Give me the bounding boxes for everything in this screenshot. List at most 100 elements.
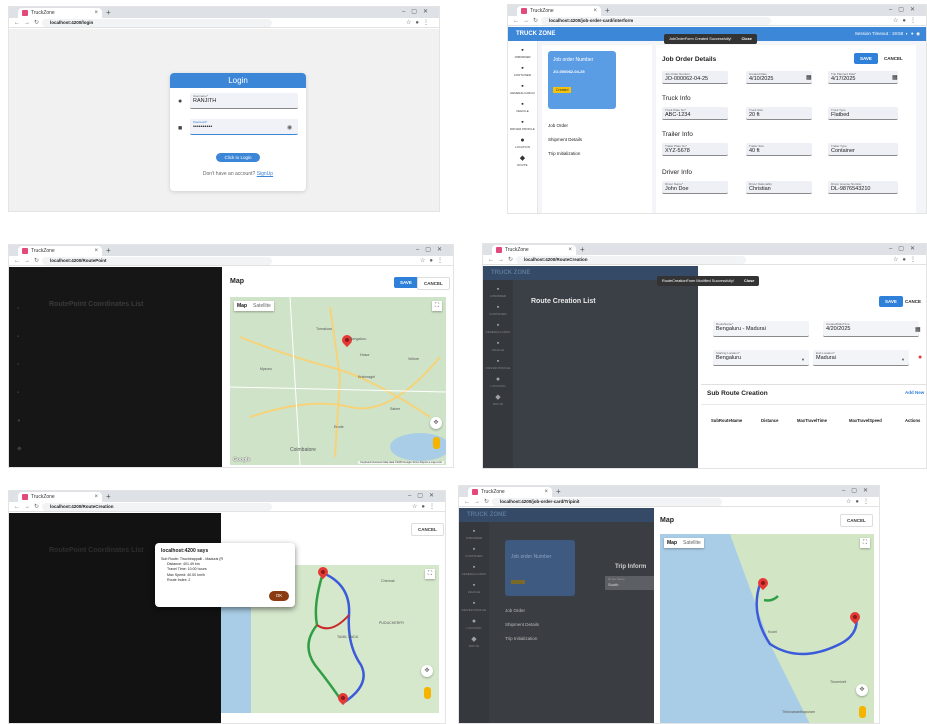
nav-buttons[interactable]: ←→↻ xyxy=(464,497,493,507)
window-controls[interactable]: –▢✕ xyxy=(889,5,921,16)
new-tab-icon[interactable]: + xyxy=(106,7,111,18)
link-trip-init[interactable]: Trip Initialization xyxy=(505,636,537,641)
nav-driver[interactable]: ▪ DRIVER PROFILE xyxy=(508,119,537,131)
browser-menu-icon[interactable]: ☆●⋮ xyxy=(893,16,920,26)
new-tab-icon[interactable]: + xyxy=(580,244,585,255)
map-type-toggle[interactable]: Map Satellite xyxy=(664,538,704,548)
driver-license-field[interactable]: Driver License Number DL-9876543210 xyxy=(828,181,898,194)
snackbar-close-button[interactable]: Close xyxy=(741,37,751,41)
nav-location[interactable]: ● LOCATION xyxy=(483,376,513,388)
nav-route[interactable]: ◆ ROUTE xyxy=(508,155,537,167)
close-tab-icon[interactable]: × xyxy=(568,245,572,255)
window-controls[interactable]: –▢✕ xyxy=(402,7,434,18)
url-field[interactable]: localhost:4200/job-order-card/Tripinit xyxy=(492,498,722,506)
cancel-button[interactable]: CANCEL xyxy=(840,514,873,527)
nav-buttons[interactable]: ←→↻ xyxy=(14,502,43,512)
truck-type-field[interactable]: Truck Type Flatbed xyxy=(828,107,898,120)
browser-tab[interactable]: TruckZone × xyxy=(468,487,552,497)
nav-generalcargo[interactable]: ▪ GENERALCARGO xyxy=(459,564,489,576)
nav-buttons[interactable]: ←→↻ xyxy=(513,16,542,26)
nav-buttons[interactable]: ←→↻ xyxy=(488,255,517,265)
browser-menu-icon[interactable]: ☆●⋮ xyxy=(412,502,439,512)
link-job-order[interactable]: Job Order xyxy=(505,608,525,613)
cancel-button[interactable]: CANCEL xyxy=(411,523,444,536)
nav-buttons[interactable]: ←→↻ xyxy=(14,256,43,266)
trailer-plate-field[interactable]: Trailer Plate No* XYZ-5678 xyxy=(662,143,728,156)
link-shipment-details[interactable]: Shipment Details xyxy=(505,622,539,627)
nav-buttons[interactable]: ←→↻ xyxy=(14,18,43,28)
nav-generalcargo[interactable]: ▪ GENERALCARGO xyxy=(508,83,537,95)
cancel-button[interactable]: CANCE xyxy=(905,296,921,307)
calendar-icon[interactable]: ▦ xyxy=(892,74,898,81)
browser-menu-icon[interactable]: ☆●⋮ xyxy=(846,497,873,507)
nav-joborder[interactable]: ▪ JOBORDER xyxy=(459,528,489,540)
nav-vehicle[interactable]: ▪ VEHICLE xyxy=(483,340,513,352)
truck-size-field[interactable]: Truck Size 20 ft xyxy=(746,107,812,120)
nav-route[interactable]: ◆ ROUTE xyxy=(483,394,513,406)
url-field[interactable]: localhost:4200/RouteCreation xyxy=(42,503,272,511)
zoom-control-icon[interactable]: ✥ xyxy=(421,665,433,677)
window-controls[interactable]: –▢✕ xyxy=(889,244,921,255)
zoom-control-icon[interactable]: ✥ xyxy=(430,417,442,429)
nav-driver[interactable]: ▪ DRIVER PROFILE xyxy=(459,600,489,612)
snackbar-close-button[interactable]: Close xyxy=(744,279,754,283)
browser-tab[interactable]: TruckZone × xyxy=(18,246,102,256)
browser-tab[interactable]: TruckZone × xyxy=(18,492,102,502)
nav-driver[interactable]: ▪ DRIVER PROFILE xyxy=(483,358,513,370)
starting-location-select[interactable]: Starting Location* Bengaluru xyxy=(713,350,809,366)
new-tab-icon[interactable]: + xyxy=(556,486,561,497)
location-pin-icon[interactable]: ● xyxy=(918,354,922,361)
created-datetime-field[interactable]: CreatedDateTime 4/20/2025 xyxy=(823,321,919,337)
google-map[interactable]: Map Satellite ⛶ Tumakuru Bengaluru Hosur … xyxy=(230,297,446,465)
fullscreen-icon[interactable]: ⛶ xyxy=(425,569,435,579)
close-tab-icon[interactable]: × xyxy=(593,6,597,16)
created-date-field[interactable]: Created Date 4/10/2025 xyxy=(746,71,812,84)
browser-tab[interactable]: TruckZone × xyxy=(517,6,601,16)
route-name-field[interactable]: RouteName* Bengaluru - Madurai xyxy=(713,321,809,337)
save-button[interactable]: SAVE xyxy=(854,53,878,64)
browser-tab[interactable]: TruckZone × xyxy=(18,8,102,18)
url-field[interactable]: localhost:4200/login xyxy=(42,19,272,27)
nav-joborder[interactable]: ▪ JOBORDER xyxy=(483,286,513,298)
browser-menu-icon[interactable]: ☆●⋮ xyxy=(420,256,447,266)
pegman-icon[interactable] xyxy=(433,437,440,449)
link-shipment-details[interactable]: Shipment Details xyxy=(548,137,582,142)
job-order-number-field[interactable]: Job Order Number JO-000062-04-25 xyxy=(662,71,728,84)
trailer-size-field[interactable]: Trailer Size 40 ft xyxy=(746,143,812,156)
cancel-button[interactable]: CANCEL xyxy=(417,277,450,290)
browser-menu-icon[interactable]: ☆●⋮ xyxy=(406,18,433,28)
nav-location[interactable]: ● LOCATION xyxy=(459,618,489,630)
window-controls[interactable]: –▢✕ xyxy=(416,245,448,256)
url-field[interactable]: localhost:4200/RoutePoint xyxy=(42,257,272,265)
driver-nationality-field[interactable]: Driver Nationality Christian xyxy=(746,181,812,194)
fullscreen-icon[interactable]: ⛶ xyxy=(860,538,870,548)
fullscreen-icon[interactable]: ⛶ xyxy=(432,301,442,311)
nav-vehicle[interactable]: ▪ VEHICLE xyxy=(459,582,489,594)
nav-generalcargo[interactable]: ▪ GENERALCARGO xyxy=(483,322,513,334)
driver-name-field[interactable]: Driver Name* John Doe xyxy=(662,181,728,194)
login-button[interactable]: Click to Login xyxy=(216,153,260,162)
nav-location[interactable]: ● LOCATION xyxy=(508,137,537,149)
nav-vehicle[interactable]: ▪ VEHICLE xyxy=(508,101,537,113)
eye-icon[interactable]: ◉ xyxy=(287,124,292,131)
browser-menu-icon[interactable]: ☆●⋮ xyxy=(893,255,920,265)
save-button[interactable]: SAVE xyxy=(394,277,418,288)
new-tab-icon[interactable]: + xyxy=(106,491,111,502)
new-tab-icon[interactable]: + xyxy=(605,5,610,16)
password-field[interactable]: Password* •••••••••• xyxy=(190,119,298,135)
pegman-icon[interactable] xyxy=(424,687,431,699)
url-field[interactable]: localhost:4200/RouteCreation xyxy=(516,256,746,264)
map-type-toggle[interactable]: Map Satellite xyxy=(234,301,274,311)
signup-link[interactable]: SignUp xyxy=(257,171,273,177)
truck-plate-field[interactable]: Truck Plate No* ABC-1234 xyxy=(662,107,728,120)
link-job-order[interactable]: Job Order xyxy=(548,123,568,128)
chevron-down-icon[interactable]: ▼ xyxy=(801,357,805,362)
zoom-control-icon[interactable]: ✥ xyxy=(856,684,868,696)
close-tab-icon[interactable]: × xyxy=(544,487,548,497)
ok-button[interactable]: OK xyxy=(269,591,289,601)
url-field[interactable]: localhost:4200/job-order-card/interform xyxy=(541,17,771,25)
trip-planned-date-field[interactable]: Trip Planned Date* 4/17/2025 xyxy=(828,71,898,84)
nav-route[interactable]: ◆ ROUTE xyxy=(459,636,489,648)
window-controls[interactable]: –▢✕ xyxy=(408,491,440,502)
calendar-icon[interactable]: ▦ xyxy=(915,326,921,333)
